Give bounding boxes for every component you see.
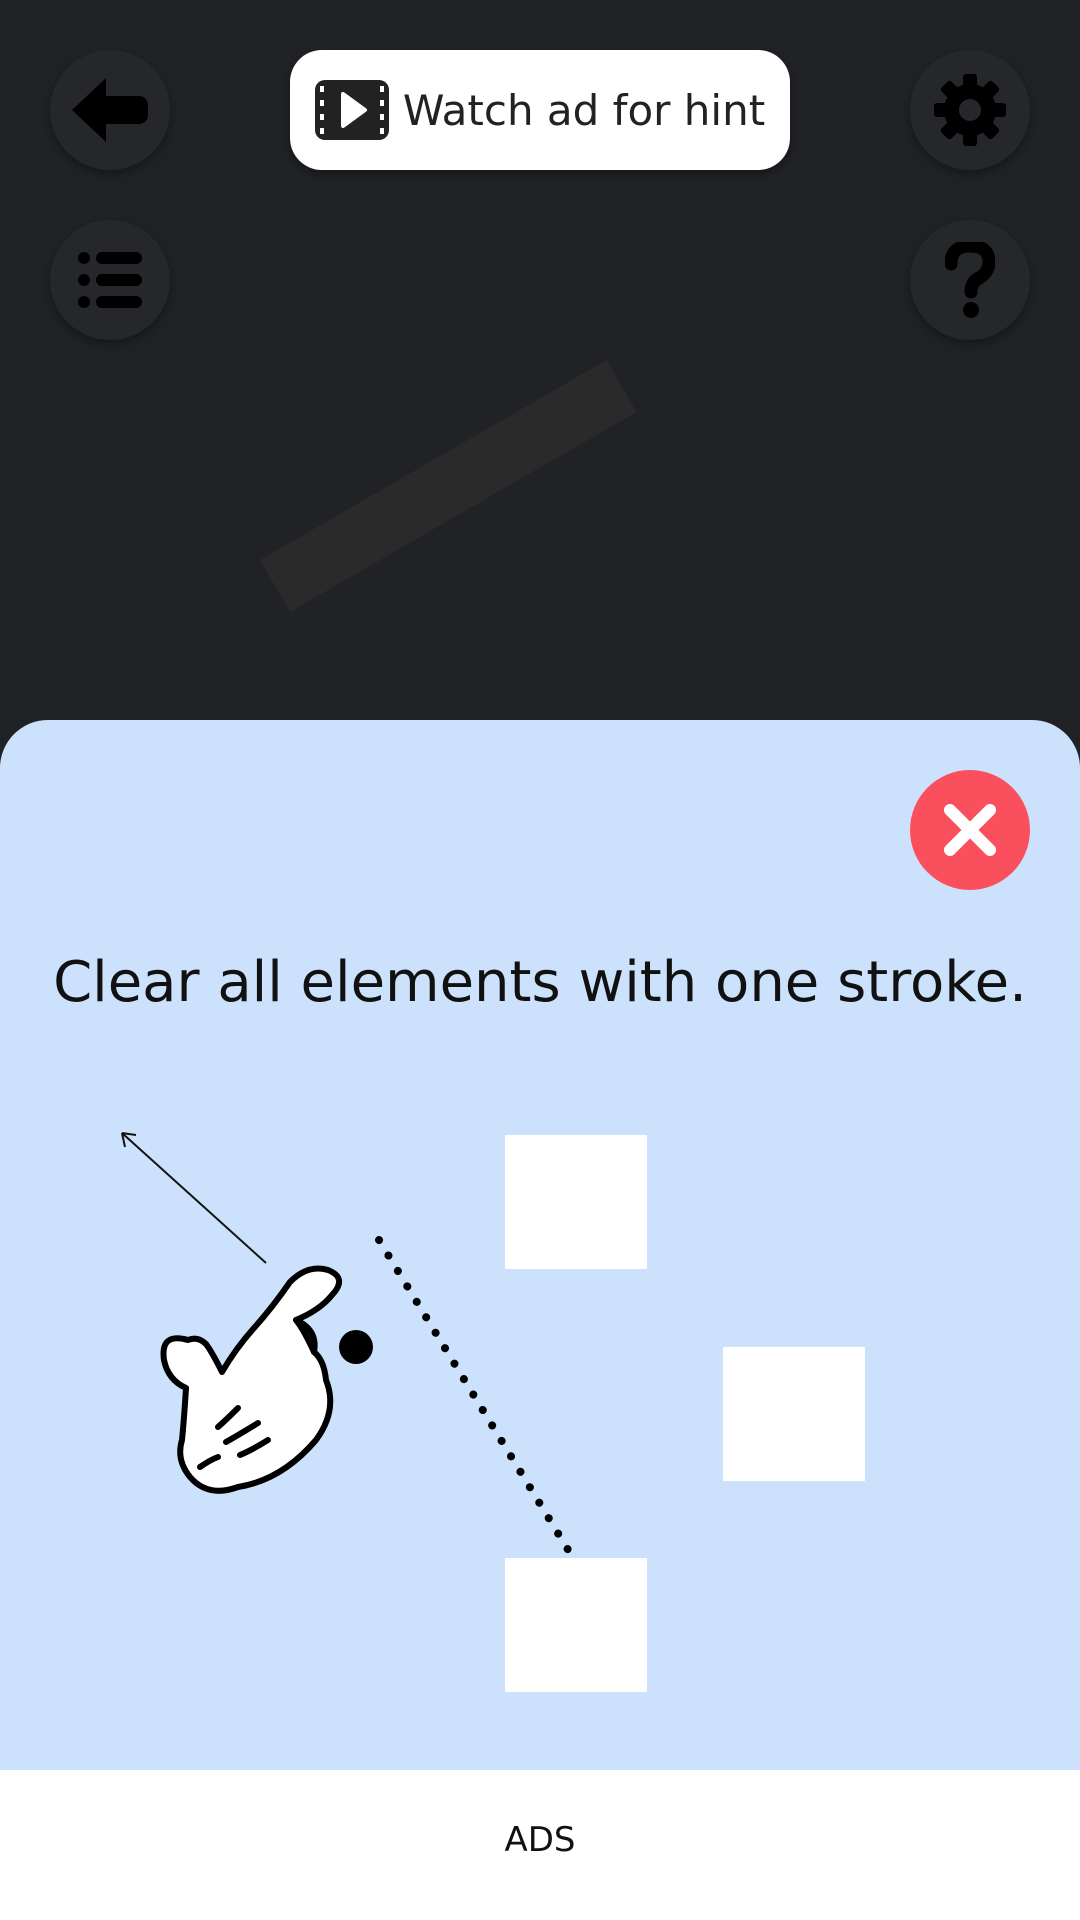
settings-button[interactable] — [910, 50, 1030, 170]
list-icon — [78, 252, 142, 308]
watch-ad-hint-button[interactable]: Watch ad for hint — [290, 50, 790, 170]
gear-icon — [934, 74, 1006, 146]
board-bar-element — [260, 360, 637, 612]
stroke-start-dot — [339, 1330, 373, 1364]
pointing-hand-icon — [160, 1265, 342, 1494]
dotted-stroke-path — [375, 1236, 574, 1557]
tutorial-panel: Clear all elements with one stroke. — [0, 720, 1080, 1770]
back-button[interactable] — [50, 50, 170, 170]
swipe-arrow-icon — [121, 1132, 267, 1264]
question-icon — [945, 242, 995, 318]
ads-label: ADS — [504, 1820, 576, 1860]
stroke-demo — [121, 1132, 574, 1557]
back-arrow-icon — [72, 78, 148, 142]
video-play-icon — [314, 80, 389, 140]
ads-banner[interactable]: ADS — [0, 1770, 1080, 1920]
hint-label: Watch ad for hint — [402, 85, 766, 135]
help-button[interactable] — [910, 220, 1030, 340]
level-list-button[interactable] — [50, 220, 170, 340]
